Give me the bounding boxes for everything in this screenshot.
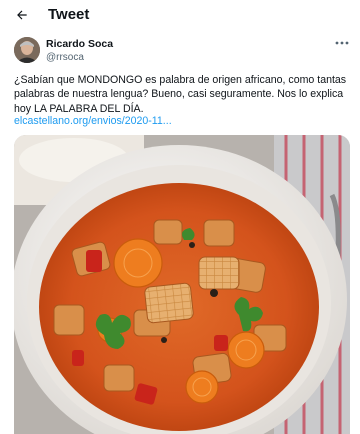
author-handle[interactable]: @rrsoca [46,52,84,63]
mondongo-photo [14,135,350,434]
back-button[interactable] [12,5,32,25]
tweet-text-line: hoy LA PALABRA DEL DÍA. [14,102,144,115]
tweet-link[interactable]: elcastellano.org/envios/2020-11... [14,115,172,127]
author-name[interactable]: Ricardo Soca [46,38,113,50]
tweet-text-line: palabras de nuestra lengua? Bueno, casi … [14,88,344,101]
top-bar: Tweet [0,0,360,30]
page-title: Tweet [48,6,90,23]
avatar[interactable] [14,37,40,63]
tweet-image[interactable] [14,135,350,434]
tweet-text: ¿Sabían que MONDONGO es palabra de orige… [14,73,350,116]
arrow-left-icon [17,10,27,20]
more-horizontal-icon [335,41,349,45]
more-options-button[interactable] [332,36,352,50]
tweet-text-line: ¿Sabían que MONDONGO es palabra de orige… [14,74,347,86]
